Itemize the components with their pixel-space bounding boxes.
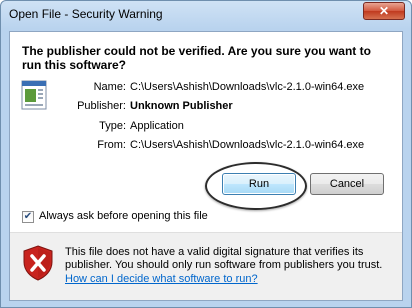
name-label: Name:	[93, 81, 126, 93]
warning-headline: The publisher could not be verified. Are…	[22, 44, 371, 72]
close-button[interactable]: ✕	[363, 2, 405, 20]
publisher-value: Unknown Publisher	[130, 100, 233, 112]
always-ask-label[interactable]: Always ask before opening this file	[39, 210, 208, 222]
type-value: Application	[130, 120, 184, 132]
from-value: C:\Users\Ashish\Downloads\vlc-2.1.0-win6…	[130, 139, 365, 151]
from-label: From:	[97, 139, 126, 151]
security-warning-dialog: Open File - Security Warning ✕ The publi…	[0, 0, 412, 308]
shield-warning-icon	[23, 245, 53, 281]
window-title: Open File - Security Warning	[9, 7, 163, 21]
always-ask-checkbox[interactable]: ✔	[22, 211, 34, 223]
dialog-body: The publisher could not be verified. Are…	[9, 31, 403, 301]
help-link[interactable]: How can I decide what software to run?	[65, 273, 258, 285]
warning-message: This file does not have a valid digital …	[65, 246, 383, 271]
publisher-label: Publisher:	[77, 100, 126, 112]
warning-footer: This file does not have a valid digital …	[10, 233, 402, 300]
title-bar[interactable]: Open File - Security Warning ✕	[1, 1, 411, 27]
name-value: C:\Users\Ashish\Downloads\vlc-2.1.0-win6…	[130, 81, 365, 93]
run-button[interactable]: Run	[222, 173, 296, 195]
type-label: Type:	[99, 120, 126, 132]
cancel-button[interactable]: Cancel	[310, 173, 384, 195]
